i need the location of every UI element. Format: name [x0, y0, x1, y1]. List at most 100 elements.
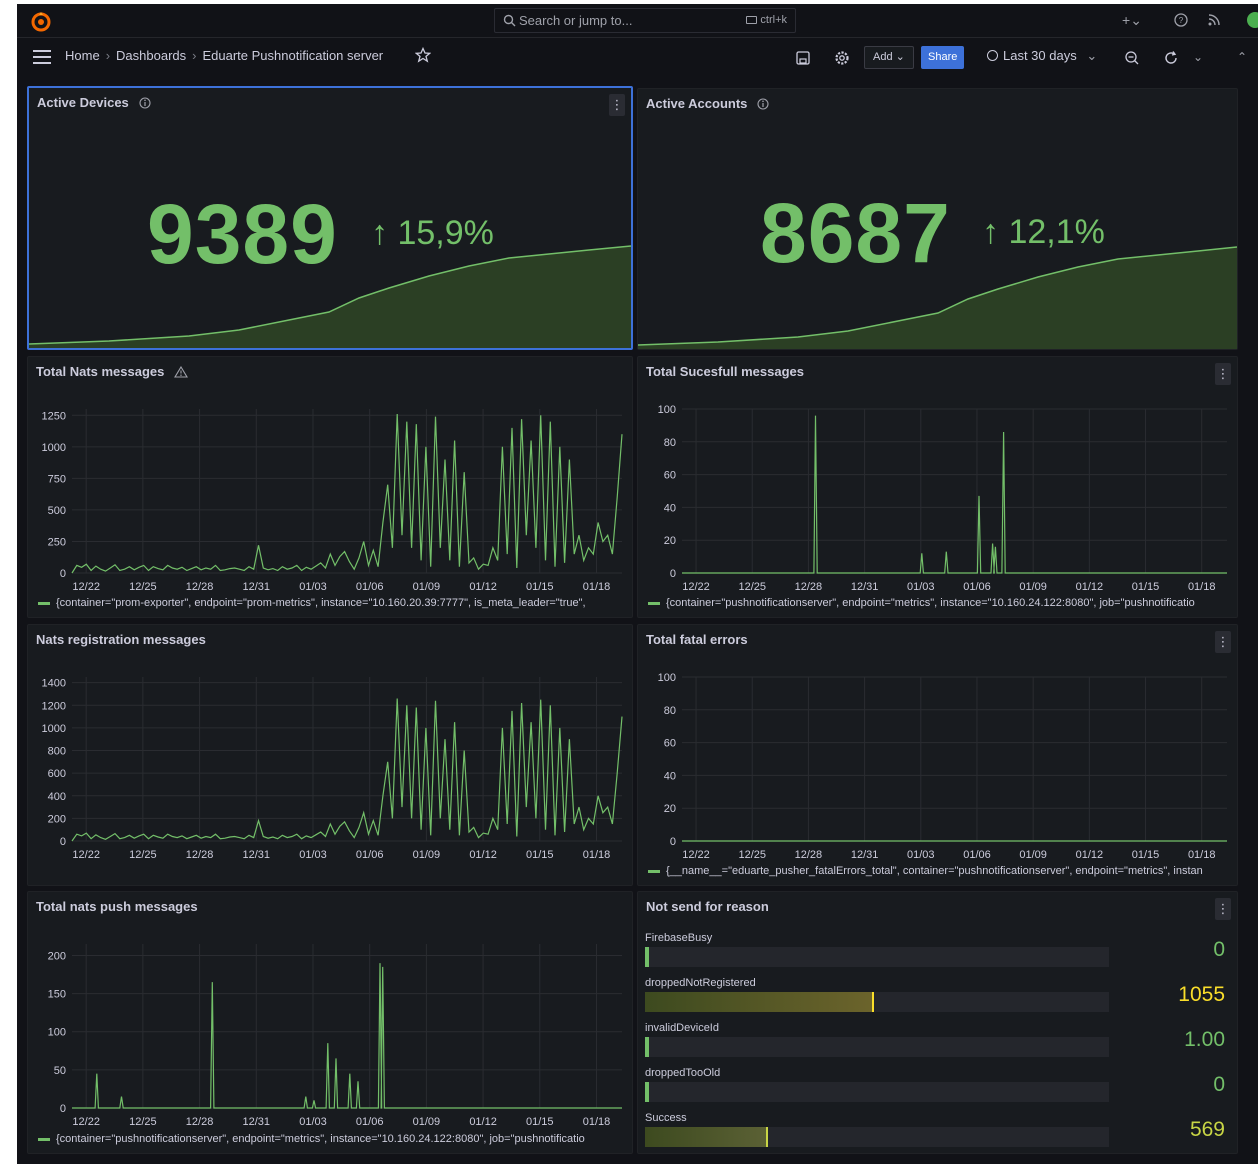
x-tick-label: 01/06	[356, 849, 384, 861]
y-tick-label: 0	[60, 836, 66, 848]
new-plus-icon[interactable]: +⌄	[1120, 12, 1144, 28]
panel-nats-registration-messages[interactable]: Nats registration messages 0 200 400 600 800…	[27, 624, 633, 886]
x-tick-label: 01/18	[1188, 849, 1216, 861]
legend-text: {__name__="eduarte_pusher_fatalErrors_to…	[666, 865, 1203, 877]
x-tick-label: 01/06	[963, 581, 991, 593]
series-legend[interactable]: {container="prom-exporter", endpoint="pr…	[38, 597, 626, 609]
stat-delta-value: 15,9%	[397, 214, 494, 252]
x-tick-label: 01/15	[526, 1116, 554, 1128]
save-icon[interactable]	[795, 50, 811, 66]
y-tick-label: 20	[664, 803, 676, 815]
star-icon[interactable]	[415, 47, 431, 63]
zoom-out-icon[interactable]	[1124, 50, 1140, 66]
share-button[interactable]: Share	[921, 46, 965, 69]
breadcrumb-current: Eduarte Pushnotification server	[202, 48, 384, 63]
help-icon[interactable]: ?	[1173, 12, 1189, 28]
x-tick-label: 01/18	[583, 581, 611, 593]
stat-delta: ↑ 12,1%	[982, 213, 1105, 252]
y-tick-label: 250	[48, 536, 66, 548]
x-tick-label: 01/09	[413, 1116, 441, 1128]
x-tick-label: 12/25	[129, 581, 157, 593]
x-tick-label: 12/28	[186, 1116, 214, 1128]
bar-gauge-value: 569	[1189, 1118, 1225, 1141]
info-icon[interactable]	[139, 97, 151, 109]
legend-text: {container="pushnotificationserver", end…	[666, 597, 1195, 609]
panel-menu-icon[interactable]: ⋮	[609, 94, 625, 116]
x-tick-label: 01/18	[1188, 581, 1216, 593]
time-range-label: Last 30 days	[1003, 48, 1077, 63]
x-tick-label: 12/28	[795, 849, 823, 861]
add-button-label: Add	[873, 51, 893, 63]
refresh-icon[interactable]	[1163, 50, 1179, 66]
info-icon[interactable]	[757, 98, 769, 110]
panel-active-accounts[interactable]: Active Accounts 8687 ↑ 12,1%	[637, 88, 1238, 350]
news-rss-icon[interactable]	[1206, 12, 1222, 28]
clock-icon	[987, 50, 998, 61]
menu-toggle-icon[interactable]	[33, 50, 51, 64]
x-tick-label: 01/15	[1132, 581, 1160, 593]
add-button[interactable]: Add ⌄	[864, 46, 914, 69]
panel-active-devices[interactable]: Active Devices ⋮ 9389 ↑ 15,9%	[27, 86, 633, 350]
x-tick-label: 12/25	[738, 849, 766, 861]
breadcrumb-home[interactable]: Home	[65, 48, 100, 63]
y-tick-label: 600	[48, 768, 66, 780]
chevron-right-icon: ›	[192, 48, 197, 63]
breadcrumb-dashboards[interactable]: Dashboards	[116, 48, 186, 63]
series-legend[interactable]: {container="pushnotificationserver", end…	[648, 597, 1231, 609]
total-fatal-graph[interactable]: 0 20 40 60 80 100 12/22 12/25 12/28 12/31 01/03 01/…	[638, 625, 1237, 887]
bar-gauge-value: 1055	[1178, 983, 1225, 1006]
user-avatar[interactable]	[1247, 12, 1258, 28]
bar-gauge-value: 0	[1213, 938, 1225, 961]
y-tick-label: 1250	[42, 410, 66, 422]
x-tick-label: 12/25	[129, 849, 157, 861]
panel-total-nats-push-messages[interactable]: Total nats push messages 0 50 100 150 200 12/…	[27, 891, 633, 1154]
x-tick-label: 01/15	[526, 581, 554, 593]
series-legend[interactable]: {container="pushnotificationserver", end…	[38, 1133, 626, 1145]
bar-gauge-track	[645, 947, 1109, 967]
bar-gauge-fill	[645, 992, 875, 1012]
x-tick-label: 01/03	[907, 849, 935, 861]
panel-not-send-for-reason[interactable]: Not send for reason ⋮ FirebaseBusy 0 dropp…	[637, 891, 1238, 1154]
grafana-logo-icon[interactable]	[30, 10, 52, 32]
x-tick-label: 01/18	[583, 849, 611, 861]
bar-gauge-value: 0	[1213, 1073, 1225, 1096]
y-tick-label: 80	[664, 437, 676, 449]
grafana-app: Search or jump to... ctrl+k +⌄ ? Home › Da…	[17, 4, 1258, 1164]
nats-registration-graph[interactable]: 0 200 400 600 800 1000 1200 1400 12/22 12/25 12/28…	[28, 625, 632, 887]
x-tick-label: 01/06	[963, 849, 991, 861]
panel-title-text: Active Accounts	[646, 96, 748, 111]
refresh-interval-chevron-icon[interactable]: ⌄	[1193, 50, 1209, 66]
keyboard-icon	[746, 16, 758, 25]
y-tick-label: 100	[658, 672, 676, 684]
bar-gauge-fill	[645, 1127, 768, 1147]
x-tick-label: 12/28	[186, 581, 214, 593]
bar-gauge-track	[645, 992, 1109, 1012]
time-range-picker[interactable]: Last 30 days ⌄	[987, 48, 1097, 64]
y-tick-label: 40	[664, 502, 676, 514]
settings-gear-icon[interactable]	[834, 50, 850, 66]
y-tick-label: 50	[54, 1065, 66, 1077]
search-input[interactable]: Search or jump to... ctrl+k	[494, 8, 796, 33]
y-tick-label: 100	[658, 404, 676, 416]
legend-swatch	[648, 601, 660, 605]
total-push-graph[interactable]: 0 50 100 150 200 12/22 12/25 12/28 12/31 01/03 01/…	[28, 892, 632, 1155]
panel-total-fatal-errors[interactable]: Total fatal errors ⋮ 0 20 40 60 80 100 12/22 12…	[637, 624, 1238, 886]
x-tick-label: 01/12	[469, 581, 497, 593]
y-tick-label: 100	[48, 1027, 66, 1039]
bar-gauge-label: invalidDeviceId	[645, 1022, 719, 1034]
chevron-down-icon: ⌄	[1086, 48, 1098, 63]
legend-swatch	[648, 869, 660, 873]
total-nats-graph[interactable]: 0 250 500 750 1000 1250 12/22 12/25 12/28 12/31 01…	[28, 357, 632, 619]
panel-title: Active Accounts	[646, 96, 769, 111]
collapse-chevron-up-icon[interactable]: ⌃	[1237, 50, 1253, 66]
panel-total-nats-messages[interactable]: Total Nats messages 0 250 500 750 1000 1250 12…	[27, 356, 633, 618]
total-successful-graph[interactable]: 0 20 40 60 80 100 12/22 12/25 12/28 12/31 01/03 01/…	[638, 357, 1237, 619]
legend-text: {container="pushnotificationserver", end…	[56, 1133, 585, 1145]
x-tick-label: 12/31	[243, 581, 271, 593]
series-legend[interactable]: {__name__="eduarte_pusher_fatalErrors_to…	[648, 865, 1231, 877]
bar-gauge-label: droppedTooOld	[645, 1067, 721, 1079]
panel-total-successful-messages[interactable]: Total Sucesfull messages ⋮ 0 20 40 60 80 100 1…	[637, 356, 1238, 618]
y-tick-label: 1400	[42, 678, 66, 690]
panel-title: Not send for reason	[646, 899, 769, 914]
panel-menu-icon[interactable]: ⋮	[1215, 898, 1231, 920]
